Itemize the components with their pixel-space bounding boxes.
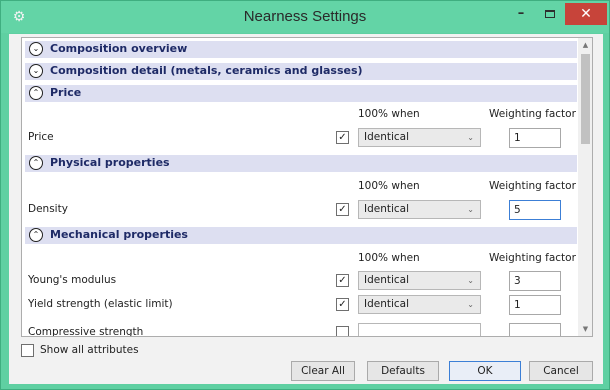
density-checkbox[interactable]: ✓ [336, 203, 349, 216]
section-label: Price [50, 86, 82, 99]
dialog-body: ⌄ Composition overview ⌄ Composition det… [9, 34, 603, 384]
price-checkbox[interactable]: ✓ [336, 131, 349, 144]
chevron-up-icon[interactable]: ⌃ [29, 228, 43, 242]
compressive-strength-match-select[interactable] [358, 323, 481, 336]
dropdown-arrow-icon: ⌄ [467, 133, 474, 142]
compressive-strength-weight-input[interactable] [509, 323, 561, 336]
select-value: Identical [364, 131, 410, 143]
clear-all-button[interactable]: Clear All [291, 361, 355, 381]
chevron-down-icon[interactable]: ⌄ [29, 42, 43, 56]
chevron-up-icon[interactable]: ⌃ [29, 156, 43, 170]
section-label: Composition overview [50, 42, 188, 55]
scrollbar-thumb[interactable] [581, 54, 590, 144]
column-header-match: 100% when [358, 108, 420, 120]
select-value: Identical [364, 298, 410, 310]
row-label-yield-strength: Yield strength (elastic limit) [28, 298, 173, 310]
column-header-match: 100% when [358, 180, 420, 192]
select-value: Identical [364, 203, 410, 215]
density-weight-input[interactable]: 5 [509, 200, 561, 220]
column-header-weight: Weighting factor [489, 252, 576, 264]
close-button[interactable]: ✕ [565, 3, 607, 25]
chevron-down-icon[interactable]: ⌄ [29, 64, 43, 78]
section-composition-overview[interactable]: ⌄ Composition overview [25, 41, 577, 58]
section-label: Mechanical properties [50, 228, 188, 241]
show-all-checkbox[interactable] [21, 344, 34, 357]
yield-strength-match-select[interactable]: Identical ⌄ [358, 295, 481, 314]
attributes-scroll-area: ⌄ Composition overview ⌄ Composition det… [22, 38, 578, 336]
title-bar[interactable]: ⚙ Nearness Settings – ✕ [1, 1, 609, 33]
section-label: Composition detail (metals, ceramics and… [50, 64, 363, 77]
column-header-weight: Weighting factor [489, 108, 576, 120]
youngs-modulus-weight-input[interactable]: 3 [509, 271, 561, 291]
youngs-modulus-match-select[interactable]: Identical ⌄ [358, 271, 481, 290]
row-label-density: Density [28, 203, 68, 215]
defaults-button[interactable]: Defaults [367, 361, 439, 381]
show-all-label: Show all attributes [40, 344, 139, 356]
youngs-modulus-checkbox[interactable]: ✓ [336, 274, 349, 287]
minimize-button[interactable]: – [507, 3, 535, 25]
price-match-select[interactable]: Identical ⌄ [358, 128, 481, 147]
price-weight-input[interactable]: 1 [509, 128, 561, 148]
scroll-up-icon[interactable]: ▲ [578, 38, 592, 52]
density-match-select[interactable]: Identical ⌄ [358, 200, 481, 219]
maximize-icon [545, 9, 555, 18]
attributes-panel: ⌄ Composition overview ⌄ Composition det… [21, 37, 593, 337]
row-label-compressive-strength: Compressive strength [28, 326, 144, 336]
column-header-weight: Weighting factor [489, 180, 576, 192]
cancel-button[interactable]: Cancel [529, 361, 593, 381]
dropdown-arrow-icon: ⌄ [467, 205, 474, 214]
section-price[interactable]: ⌃ Price [25, 85, 577, 102]
yield-strength-checkbox[interactable]: ✓ [336, 298, 349, 311]
section-composition-detail[interactable]: ⌄ Composition detail (metals, ceramics a… [25, 63, 577, 80]
row-label-youngs-modulus: Young's modulus [28, 274, 117, 286]
row-label-price: Price [28, 131, 54, 143]
select-value: Identical [364, 274, 410, 286]
compressive-strength-checkbox[interactable] [336, 326, 349, 336]
column-header-match: 100% when [358, 252, 420, 264]
dropdown-arrow-icon: ⌄ [467, 276, 474, 285]
vertical-scrollbar[interactable]: ▲ ▼ [578, 38, 592, 336]
section-physical-properties[interactable]: ⌃ Physical properties [25, 155, 577, 172]
maximize-button[interactable] [536, 3, 564, 25]
ok-button[interactable]: OK [449, 361, 521, 381]
yield-strength-weight-input[interactable]: 1 [509, 295, 561, 315]
dropdown-arrow-icon: ⌄ [467, 300, 474, 309]
section-label: Physical properties [50, 156, 170, 169]
section-mechanical-properties[interactable]: ⌃ Mechanical properties [25, 227, 577, 244]
chevron-up-icon[interactable]: ⌃ [29, 86, 43, 100]
scroll-down-icon[interactable]: ▼ [578, 322, 592, 336]
nearness-settings-window: ⚙ Nearness Settings – ✕ ⌄ Composition ov… [0, 0, 610, 390]
